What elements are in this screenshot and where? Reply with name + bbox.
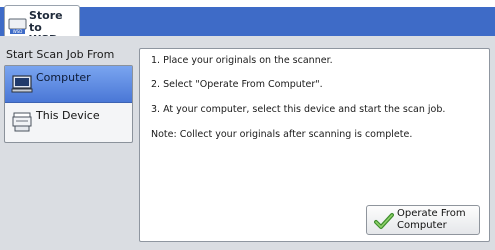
operate-from-computer-button[interactable]: Operate From Computer: [366, 205, 480, 235]
operate-from-computer-label: Operate From Computer: [397, 208, 466, 231]
scan-source-options: Computer This Device: [4, 65, 133, 143]
checkmark-icon: [374, 213, 394, 229]
copier-device-icon: [12, 112, 32, 132]
computer-icon: [11, 75, 33, 93]
start-scan-panel: Start Scan Job From Computer This Device: [4, 48, 134, 242]
instruction-step-1: 1. Place your originals on the scanner.: [151, 55, 333, 66]
wsd-scanner-icon: WSD: [8, 18, 27, 34]
option-computer-label: Computer: [36, 71, 91, 84]
option-this-device[interactable]: This Device: [5, 104, 132, 141]
instructions-panel: 1. Place your originals on the scanner. …: [139, 48, 490, 242]
option-this-device-label: This Device: [36, 109, 100, 122]
instruction-step-3: 3. At your computer, select this device …: [151, 104, 446, 115]
start-scan-title: Start Scan Job From: [6, 48, 115, 61]
instruction-step-2: 2. Select "Operate From Computer".: [151, 79, 323, 90]
option-computer[interactable]: Computer: [5, 66, 132, 103]
instruction-note: Note: Collect your originals after scann…: [151, 129, 413, 140]
tab-store-to-wsd[interactable]: WSD Store to WSD: [4, 5, 80, 46]
svg-text:WSD: WSD: [13, 29, 23, 34]
screen: WSD Store to WSD Start Scan Job From Com…: [0, 0, 495, 250]
